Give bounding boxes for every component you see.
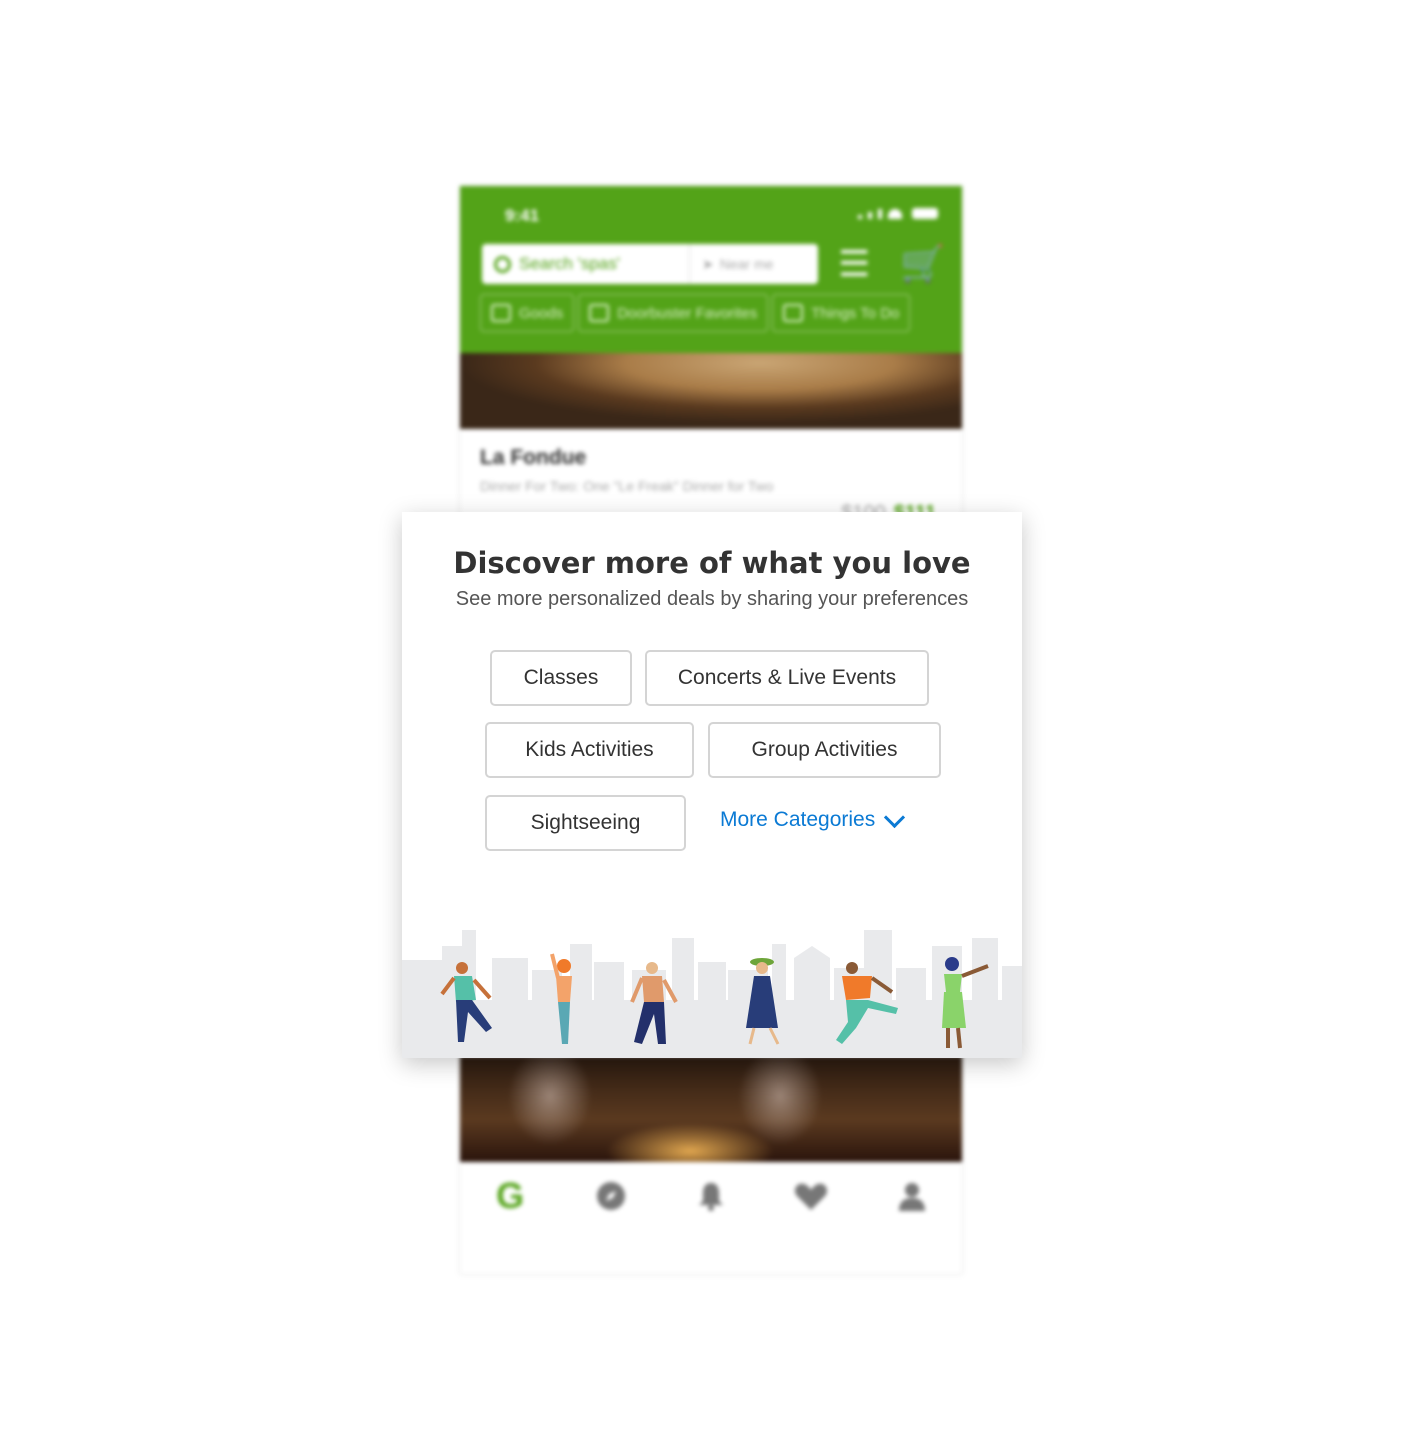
chip-sightseeing[interactable]: Sightseeing	[485, 795, 686, 851]
heart-icon[interactable]	[794, 1179, 828, 1213]
search-input[interactable]: Search 'spas' ➤ Near me	[482, 244, 818, 284]
category-label: Things To Do	[811, 304, 900, 322]
near-me-label: Near me	[719, 256, 774, 272]
search-icon	[494, 255, 511, 273]
chip-concerts-live-events[interactable]: Concerts & Live Events	[645, 650, 929, 706]
category-goods[interactable]: Goods	[480, 294, 575, 332]
status-icons	[858, 208, 938, 219]
category-things-to-do[interactable]: Things To Do	[772, 294, 911, 332]
modal-subtitle: See more personalized deals by sharing y…	[455, 588, 969, 610]
signal-bar	[868, 212, 872, 219]
modal-title: Discover more of what you love	[453, 546, 971, 580]
status-time: 9:41	[505, 206, 540, 225]
tag-icon	[589, 304, 610, 322]
profile-icon[interactable]	[895, 1179, 929, 1213]
ticket-icon	[783, 304, 804, 322]
app-header: 9:41 Search 'spas' ➤ Near me ☰ 🛒 Goods D…	[460, 186, 962, 353]
chip-classes[interactable]: Classes	[490, 650, 632, 706]
tab-home-icon[interactable]: G	[493, 1175, 527, 1216]
deal-image[interactable]	[460, 353, 962, 429]
category-bar: Goods Doorbuster Favorites Things To Do	[480, 294, 911, 332]
location-arrow-icon: ➤	[702, 255, 714, 272]
battery-icon	[912, 208, 938, 219]
chip-kids-activities[interactable]: Kids Activities	[485, 722, 694, 778]
cart-icon[interactable]: 🛒	[900, 246, 945, 282]
search-field: Search 'spas'	[482, 244, 690, 284]
chip-group-activities[interactable]: Group Activities	[708, 722, 941, 778]
near-me-button[interactable]: ➤ Near me	[690, 256, 818, 273]
more-categories-button[interactable]: More Categories	[720, 806, 906, 832]
search-placeholder: Search 'spas'	[519, 254, 620, 273]
compass-icon[interactable]	[594, 1179, 628, 1213]
skyline-illustration	[402, 930, 1022, 1058]
chevron-down-icon	[884, 806, 906, 828]
preferences-modal: Discover more of what you love See more …	[402, 512, 1022, 1058]
more-categories-label: More Categories	[720, 808, 876, 831]
bell-icon[interactable]	[694, 1179, 728, 1213]
signal-bar	[878, 209, 882, 219]
category-label: Doorbuster Favorites	[617, 304, 758, 322]
list-view-icon[interactable]: ☰	[838, 246, 870, 282]
category-label: Goods	[519, 304, 564, 322]
category-doorbuster[interactable]: Doorbuster Favorites	[578, 294, 769, 332]
signal-icon	[858, 215, 862, 219]
bottom-tab-bar: G	[460, 1166, 962, 1226]
deal-title[interactable]: La Fondue	[480, 446, 586, 470]
deal-subtitle: Dinner For Two: One "Le Freak" Dinner fo…	[480, 478, 774, 494]
box-icon	[491, 304, 511, 322]
wifi-icon	[888, 209, 902, 219]
deal-image-wine[interactable]	[460, 1056, 962, 1162]
